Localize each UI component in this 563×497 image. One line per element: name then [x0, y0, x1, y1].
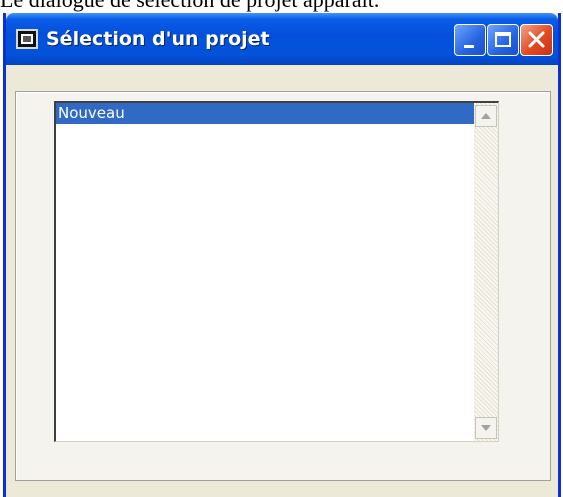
close-icon — [528, 31, 545, 48]
project-list: Nouveau — [56, 103, 474, 441]
minimize-button[interactable] — [454, 24, 486, 56]
maximize-button[interactable] — [487, 24, 519, 56]
scroll-up-button[interactable] — [475, 105, 497, 127]
chevron-up-icon — [481, 113, 491, 119]
app-window-icon[interactable] — [16, 29, 38, 49]
scroll-down-button[interactable] — [475, 417, 497, 439]
minimize-icon — [464, 45, 474, 48]
title-bar[interactable]: Sélection d'un projet — [6, 13, 558, 65]
project-selection-dialog: Sélection d'un projet Nouveau — [3, 13, 561, 497]
chevron-down-icon — [481, 425, 491, 431]
maximize-icon — [495, 32, 511, 47]
project-listbox[interactable]: Nouveau — [54, 101, 499, 442]
page-caption: Le dialogue de sélection de projet appar… — [0, 0, 563, 12]
vertical-scrollbar[interactable] — [474, 103, 498, 441]
list-item-nouveau[interactable]: Nouveau — [56, 103, 474, 124]
close-button[interactable] — [520, 24, 553, 56]
window-title: Sélection d'un projet — [46, 28, 270, 50]
